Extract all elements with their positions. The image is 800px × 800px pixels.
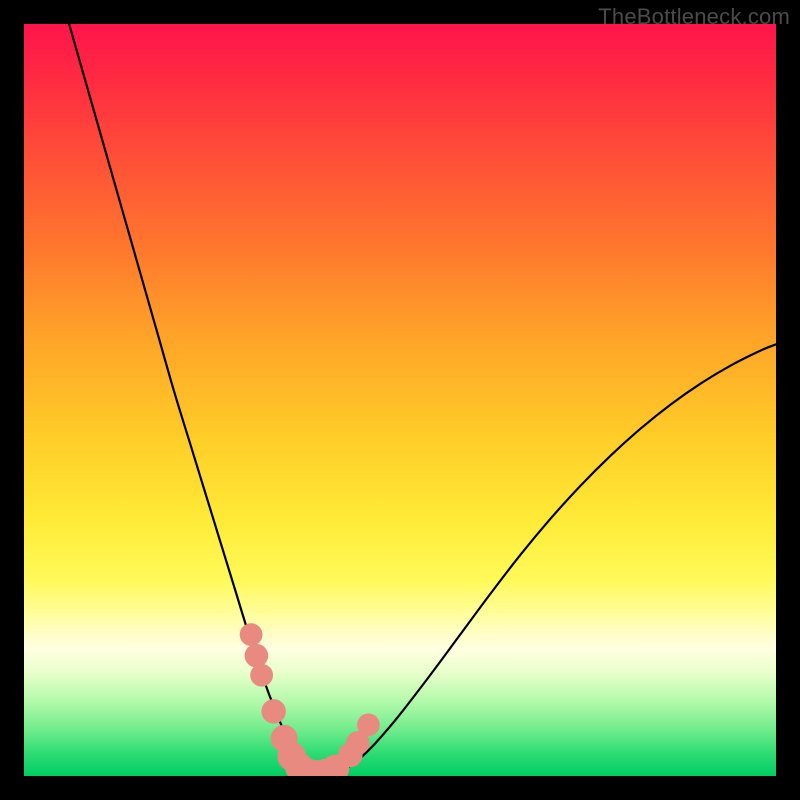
plot-area bbox=[24, 24, 776, 776]
curve-marker bbox=[240, 624, 262, 646]
curve-marker bbox=[251, 664, 273, 686]
curve-marker bbox=[262, 700, 285, 723]
curve-markers bbox=[240, 624, 379, 776]
chart-svg bbox=[24, 24, 776, 776]
attribution-label: TheBottleneck.com bbox=[598, 4, 790, 30]
bottleneck-curve bbox=[69, 24, 776, 775]
curve-marker bbox=[358, 714, 380, 736]
curve-marker bbox=[245, 644, 268, 667]
chart-frame: TheBottleneck.com bbox=[0, 0, 800, 800]
